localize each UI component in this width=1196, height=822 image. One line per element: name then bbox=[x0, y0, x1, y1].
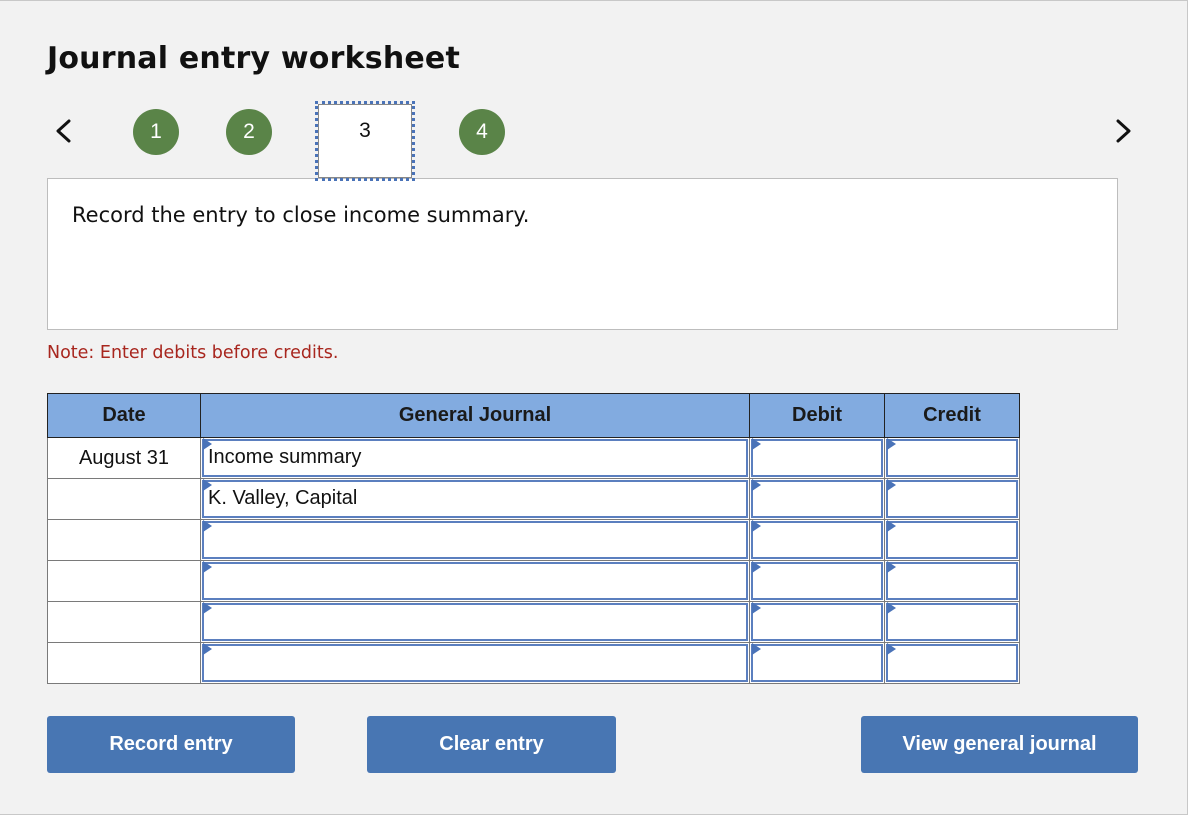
credit-input[interactable] bbox=[886, 602, 1018, 641]
dropdown-flag-icon bbox=[887, 643, 896, 655]
view-general-journal-button[interactable]: View general journal bbox=[861, 716, 1138, 773]
dropdown-flag-icon bbox=[203, 602, 212, 614]
instruction-text: Record the entry to close income summary… bbox=[72, 203, 530, 227]
credit-cell bbox=[884, 601, 1020, 643]
journal-row bbox=[47, 519, 1020, 561]
dropdown-flag-icon bbox=[203, 438, 212, 450]
account-input[interactable] bbox=[202, 561, 748, 600]
date-cell bbox=[47, 478, 201, 520]
table-header-row: Date General Journal Debit Credit bbox=[47, 393, 1020, 438]
record-entry-button[interactable]: Record entry bbox=[47, 716, 295, 773]
dropdown-flag-icon bbox=[203, 643, 212, 655]
account-cell bbox=[200, 560, 750, 602]
account-cell bbox=[200, 519, 750, 561]
debit-input[interactable] bbox=[751, 602, 883, 641]
account-cell bbox=[200, 601, 750, 643]
journal-row bbox=[47, 560, 1020, 602]
credit-input[interactable] bbox=[886, 561, 1018, 600]
journal-row bbox=[47, 642, 1020, 684]
step-1-label: 1 bbox=[150, 120, 162, 143]
credit-input[interactable] bbox=[886, 438, 1018, 477]
step-4-label: 4 bbox=[476, 120, 488, 143]
worksheet-page: Journal entry worksheet 1 2 3 4 Record t… bbox=[0, 0, 1188, 815]
date-cell bbox=[47, 642, 201, 684]
date-cell bbox=[47, 560, 201, 602]
debit-input[interactable] bbox=[751, 438, 883, 477]
step-2-button[interactable]: 2 bbox=[226, 109, 272, 155]
account-cell: Income summary bbox=[200, 437, 750, 479]
debit-cell bbox=[749, 478, 885, 520]
debit-input[interactable] bbox=[751, 561, 883, 600]
header-date: Date bbox=[47, 393, 201, 438]
account-input[interactable]: Income summary bbox=[202, 438, 748, 477]
next-step-button[interactable] bbox=[1112, 113, 1136, 149]
step-3-tab-active[interactable]: 3 bbox=[315, 101, 415, 181]
dropdown-flag-icon bbox=[752, 520, 761, 532]
credit-cell bbox=[884, 519, 1020, 561]
dropdown-flag-icon bbox=[752, 602, 761, 614]
debit-cell bbox=[749, 519, 885, 561]
journal-row: K. Valley, Capital bbox=[47, 478, 1020, 520]
account-input[interactable]: K. Valley, Capital bbox=[202, 479, 748, 518]
debit-cell bbox=[749, 560, 885, 602]
credit-cell bbox=[884, 560, 1020, 602]
dropdown-flag-icon bbox=[887, 520, 896, 532]
account-input[interactable] bbox=[202, 602, 748, 641]
dropdown-flag-icon bbox=[752, 438, 761, 450]
dropdown-flag-icon bbox=[203, 479, 212, 491]
credit-input[interactable] bbox=[886, 643, 1018, 682]
debit-cell bbox=[749, 437, 885, 479]
journal-table: Date General Journal Debit Credit August… bbox=[47, 393, 1020, 684]
debit-cell bbox=[749, 642, 885, 684]
dropdown-flag-icon bbox=[887, 561, 896, 573]
date-cell bbox=[47, 601, 201, 643]
journal-row: August 31 Income summary bbox=[47, 437, 1020, 479]
step-1-button[interactable]: 1 bbox=[133, 109, 179, 155]
dropdown-flag-icon bbox=[752, 479, 761, 491]
account-cell: K. Valley, Capital bbox=[200, 478, 750, 520]
step-4-button[interactable]: 4 bbox=[459, 109, 505, 155]
dropdown-flag-icon bbox=[887, 479, 896, 491]
page-title: Journal entry worksheet bbox=[47, 41, 461, 76]
credit-input[interactable] bbox=[886, 520, 1018, 559]
debit-input[interactable] bbox=[751, 643, 883, 682]
step-3-label: 3 bbox=[359, 119, 371, 142]
journal-row bbox=[47, 601, 1020, 643]
account-input[interactable] bbox=[202, 520, 748, 559]
chevron-right-icon bbox=[1116, 119, 1131, 143]
date-cell bbox=[47, 519, 201, 561]
previous-step-button[interactable] bbox=[52, 113, 76, 149]
account-input-value: K. Valley, Capital bbox=[208, 487, 358, 509]
header-general-journal: General Journal bbox=[200, 393, 750, 438]
debit-cell bbox=[749, 601, 885, 643]
dropdown-flag-icon bbox=[887, 438, 896, 450]
dropdown-flag-icon bbox=[752, 561, 761, 573]
header-credit: Credit bbox=[884, 393, 1020, 438]
account-input[interactable] bbox=[202, 643, 748, 682]
credit-cell bbox=[884, 437, 1020, 479]
account-cell bbox=[200, 642, 750, 684]
chevron-left-icon bbox=[56, 119, 71, 143]
note-text: Note: Enter debits before credits. bbox=[47, 343, 339, 363]
debit-input[interactable] bbox=[751, 479, 883, 518]
instruction-box: Record the entry to close income summary… bbox=[47, 178, 1118, 330]
debit-input[interactable] bbox=[751, 520, 883, 559]
dropdown-flag-icon bbox=[887, 602, 896, 614]
credit-input[interactable] bbox=[886, 479, 1018, 518]
clear-entry-button[interactable]: Clear entry bbox=[367, 716, 616, 773]
credit-cell bbox=[884, 642, 1020, 684]
dropdown-flag-icon bbox=[203, 561, 212, 573]
header-debit: Debit bbox=[749, 393, 885, 438]
dropdown-flag-icon bbox=[203, 520, 212, 532]
account-input-value: Income summary bbox=[208, 446, 362, 468]
dropdown-flag-icon bbox=[752, 643, 761, 655]
step-2-label: 2 bbox=[243, 120, 255, 143]
date-cell: August 31 bbox=[47, 437, 201, 479]
credit-cell bbox=[884, 478, 1020, 520]
